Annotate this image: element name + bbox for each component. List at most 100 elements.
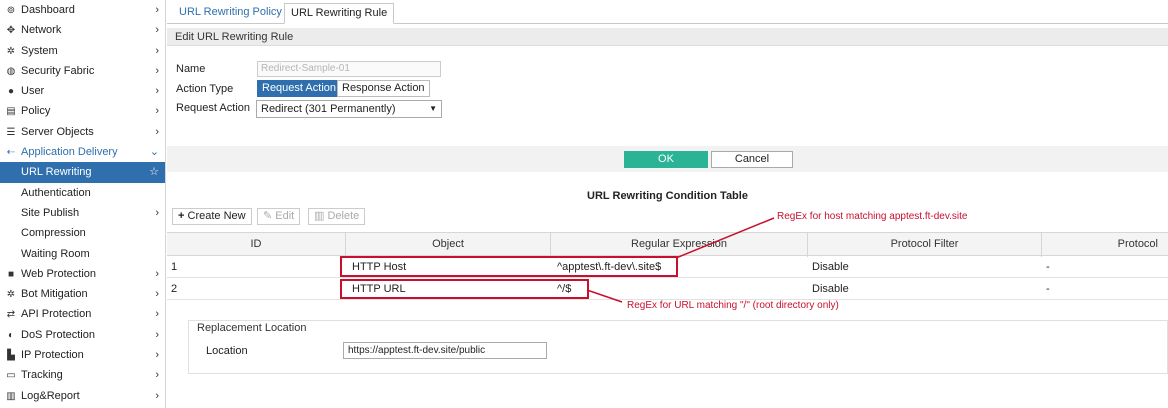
app-window: ⊚ Dashboard › ✥ Network › ✲ System › ◍ Security Fa…: [0, 0, 1168, 408]
location-input[interactable]: https://apptest.ft-dev.site/public: [343, 342, 547, 359]
tab-url-rewriting-policy[interactable]: URL Rewriting Policy: [173, 3, 288, 24]
sidebar-item-network[interactable]: ✥ Network ›: [0, 20, 165, 40]
tracking-icon: ▭: [6, 370, 16, 382]
chevron-right-icon[interactable]: ›: [155, 122, 159, 142]
chevron-right-icon[interactable]: ›: [155, 203, 159, 223]
column-header-id[interactable]: ID: [167, 233, 346, 257]
row-protocol: -: [1046, 283, 1050, 295]
sidebar-item-label: Bot Mitigation: [21, 288, 88, 301]
ip-protection-icon: ▙: [7, 350, 15, 362]
main-content: URL Rewriting Policy URL Rewriting Rule …: [167, 0, 1168, 408]
row-protocol: -: [1046, 261, 1050, 273]
sidebar-item-dos-protection[interactable]: ◐ DoS Protection ›: [0, 325, 165, 345]
request-action-select[interactable]: Redirect (301 Permanently) ▼: [256, 100, 442, 118]
section-header: Edit URL Rewriting Rule: [167, 28, 1168, 46]
replacement-location-group: [188, 320, 1168, 374]
condition-table-title: URL Rewriting Condition Table: [587, 190, 748, 202]
sidebar-item-label: IP Protection: [21, 349, 84, 362]
sidebar-item-user[interactable]: ● User ›: [0, 81, 165, 101]
create-new-button[interactable]: + Create New: [172, 208, 252, 225]
chevron-down-icon[interactable]: ⌄: [150, 142, 159, 162]
action-type-label: Action Type: [176, 83, 234, 95]
security-fabric-icon: ◍: [6, 65, 16, 77]
sidebar-item-authentication[interactable]: Authentication: [0, 183, 165, 203]
location-label: Location: [206, 345, 248, 357]
network-icon: ✥: [6, 25, 16, 37]
sidebar-item-bot-mitigation[interactable]: ✲ Bot Mitigation ›: [0, 284, 165, 304]
sidebar-item-web-protection[interactable]: ■ Web Protection ›: [0, 264, 165, 284]
sidebar-item-label: Dashboard: [21, 4, 75, 16]
sidebar-item-label: Tracking: [21, 369, 63, 382]
sidebar-item-policy[interactable]: ▤ Policy ›: [0, 101, 165, 121]
sidebar-item-ip-protection[interactable]: ▙ IP Protection ›: [0, 345, 165, 365]
chevron-right-icon[interactable]: ›: [155, 345, 159, 365]
sidebar-item-server-objects[interactable]: ☰ Server Objects ›: [0, 122, 165, 142]
chevron-right-icon[interactable]: ›: [155, 101, 159, 121]
sidebar-item-label: Authentication: [21, 186, 91, 199]
cancel-button[interactable]: Cancel: [711, 151, 793, 168]
sidebar-item-label: Site Publish: [21, 206, 80, 219]
sidebar-item-tracking[interactable]: ▭ Tracking ›: [0, 365, 165, 385]
chevron-right-icon[interactable]: ›: [155, 20, 159, 40]
sidebar-item-label: System: [21, 44, 58, 57]
sidebar-item-system[interactable]: ✲ System ›: [0, 41, 165, 61]
name-label: Name: [176, 63, 206, 75]
tab-url-rewriting-rule[interactable]: URL Rewriting Rule: [284, 3, 395, 24]
tab-bar: URL Rewriting Policy URL Rewriting Rule: [167, 0, 1168, 24]
sidebar-item-label: DoS Protection: [21, 328, 95, 341]
system-gear-icon: ✲: [6, 45, 16, 57]
chevron-right-icon[interactable]: ›: [155, 81, 159, 101]
column-header-protocol[interactable]: Protocol: [1042, 233, 1168, 257]
row-protocol-filter: Disable: [812, 261, 849, 273]
sidebar-item-site-publish[interactable]: Site Publish ›: [0, 203, 165, 223]
delete-button[interactable]: ▥ Delete: [308, 208, 366, 225]
chevron-right-icon[interactable]: ›: [155, 0, 159, 20]
sidebar-item-api-protection[interactable]: ⇄ API Protection ›: [0, 304, 165, 324]
chevron-right-icon[interactable]: ›: [155, 304, 159, 324]
sidebar-item-security-fabric[interactable]: ◍ Security Fabric ›: [0, 61, 165, 81]
chevron-right-icon[interactable]: ›: [155, 284, 159, 304]
edit-button[interactable]: ✎ Edit: [257, 208, 301, 225]
table-row[interactable]: 1 HTTP Host ^apptest\.ft-dev\.site$ Disa…: [167, 256, 1168, 278]
row-regex: ^apptest\.ft-dev\.site$: [557, 261, 662, 273]
response-action-toggle[interactable]: Response Action: [337, 80, 430, 97]
sidebar-item-waiting-room[interactable]: Waiting Room: [0, 244, 165, 264]
column-header-protocol-filter[interactable]: Protocol Filter: [808, 233, 1042, 257]
sidebar-item-label: Compression: [21, 227, 86, 240]
sidebar-item-application-delivery[interactable]: ⇠ Application Delivery ⌄: [0, 142, 165, 162]
sidebar-item-compression[interactable]: Compression: [0, 223, 165, 243]
chevron-right-icon[interactable]: ›: [155, 365, 159, 385]
annotation-url-note: RegEx for URL matching "/" (root directo…: [627, 300, 839, 311]
sidebar-item-log-report[interactable]: ▥ Log&Report ›: [0, 386, 165, 406]
api-protection-icon: ⇄: [6, 309, 16, 321]
sidebar-item-label: Log&Report: [21, 389, 80, 402]
column-header-object[interactable]: Object: [346, 233, 551, 257]
sidebar-item-label: Policy: [21, 105, 51, 118]
row-id: 1: [171, 261, 178, 273]
dashboard-icon: ⊚: [6, 5, 16, 16]
table-row[interactable]: 2 HTTP URL ^/$ Disable -: [167, 278, 1168, 300]
chevron-right-icon[interactable]: ›: [155, 264, 159, 284]
pencil-icon: ✎: [263, 210, 273, 222]
row-protocol-filter: Disable: [812, 283, 849, 295]
edit-label: Edit: [275, 210, 295, 222]
chevron-right-icon[interactable]: ›: [155, 61, 159, 81]
chevron-right-icon[interactable]: ›: [155, 41, 159, 61]
star-icon[interactable]: ☆: [149, 162, 159, 182]
chevron-right-icon[interactable]: ›: [155, 325, 159, 345]
application-delivery-icon: ⇠: [6, 147, 16, 159]
sidebar-item-label: Server Objects: [21, 125, 94, 138]
sidebar-item-dashboard[interactable]: ⊚ Dashboard ›: [0, 0, 165, 20]
chevron-right-icon[interactable]: ›: [155, 386, 159, 406]
sidebar-item-label: User: [21, 85, 45, 98]
sidebar-item-url-rewriting[interactable]: URL Rewriting ☆: [0, 162, 165, 183]
row-regex: ^/$: [557, 283, 572, 295]
plus-icon: +: [178, 210, 185, 222]
trash-icon: ▥: [314, 210, 325, 222]
row-object: HTTP URL: [352, 283, 406, 295]
request-action-toggle[interactable]: Request Action: [257, 80, 341, 97]
bot-mitigation-icon: ✲: [6, 289, 16, 301]
column-header-regex[interactable]: Regular Expression: [551, 233, 808, 257]
ok-button[interactable]: OK: [624, 151, 708, 168]
name-input[interactable]: Redirect-Sample-01: [257, 61, 441, 77]
